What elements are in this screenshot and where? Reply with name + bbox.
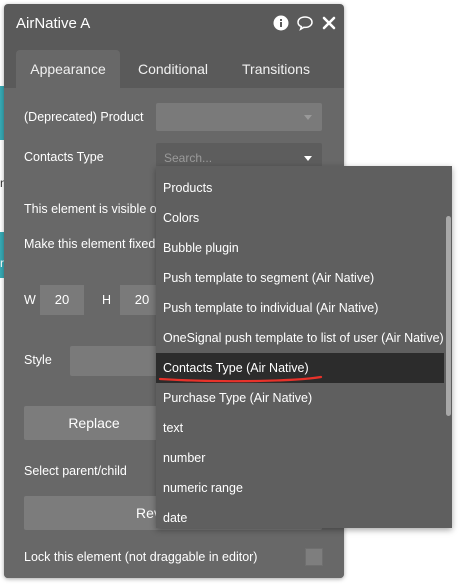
panel-title: AirNative A <box>16 15 91 32</box>
contacts-type-placeholder: Search... <box>164 151 213 165</box>
width-label: W <box>24 293 36 307</box>
close-icon[interactable] <box>320 14 338 32</box>
lock-element-label: Lock this element (not draggable in edit… <box>24 550 258 564</box>
title-icons <box>272 14 338 32</box>
chevron-down-icon <box>304 115 312 120</box>
style-label: Style <box>24 353 52 367</box>
tab-transitions[interactable]: Transitions <box>230 50 322 88</box>
height-label: H <box>102 293 112 307</box>
product-label: (Deprecated) Product <box>24 110 144 124</box>
tab-conditional[interactable]: Conditional <box>124 50 222 88</box>
lock-element-checkbox[interactable] <box>305 548 323 566</box>
tab-appearance[interactable]: Appearance <box>16 50 120 88</box>
contacts-type-label: Contacts Type <box>24 150 104 164</box>
panel-title-bar[interactable]: AirNative A <box>4 4 344 44</box>
fixed-element-label: Make this element fixed <box>24 237 156 251</box>
tab-bar: Appearance Conditional Transitions <box>4 50 344 88</box>
comment-icon[interactable] <box>296 14 314 32</box>
contacts-type-options-menu: Products Colors Bubble plugin Push templ… <box>156 166 452 528</box>
highlight-underline <box>158 375 323 383</box>
info-icon[interactable] <box>272 14 290 32</box>
chevron-down-icon <box>304 156 312 161</box>
product-dropdown[interactable] <box>156 103 322 131</box>
width-input[interactable]: 20 <box>40 285 84 315</box>
visible-on-load-label: This element is visible o <box>24 202 157 216</box>
replace-button[interactable]: Replace <box>24 406 164 440</box>
select-parent-label: Select parent/child <box>24 464 127 478</box>
